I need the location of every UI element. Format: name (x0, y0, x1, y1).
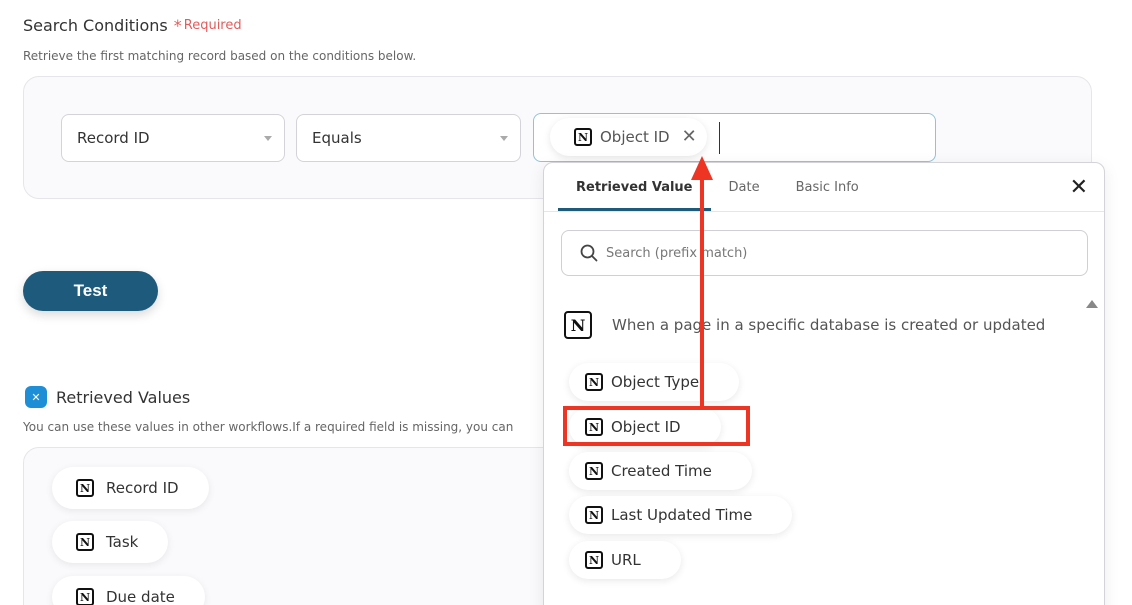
tab-retrieved-value[interactable]: Retrieved Value (558, 163, 711, 211)
notion-icon: N (574, 128, 592, 146)
tab-divider (544, 211, 1104, 212)
required-label: Required (183, 18, 242, 33)
value-picker-panel: Retrieved Value Date Basic Info ✕ N When… (543, 162, 1105, 605)
retrieved-values-icon: ✕ (25, 386, 47, 408)
operator-select[interactable]: Equals (296, 114, 521, 162)
notion-icon: N (585, 462, 603, 480)
retrieved-value-item[interactable]: N Due date (52, 576, 205, 605)
field-select[interactable]: Record ID (61, 114, 285, 162)
remove-chip-icon[interactable]: ✕ (682, 128, 697, 146)
notion-icon: N (585, 551, 603, 569)
option-object-type[interactable]: N Object Type (569, 363, 740, 401)
picker-tabs: Retrieved Value Date Basic Info (558, 163, 877, 211)
trigger-group-header: N When a page in a specific database is … (564, 311, 1045, 339)
text-cursor (719, 122, 720, 154)
notion-icon: N (585, 506, 603, 524)
search-icon (580, 244, 598, 262)
notion-icon: N (585, 373, 603, 391)
option-created-time[interactable]: N Created Time (569, 452, 752, 490)
annotation-arrow-head (691, 156, 713, 180)
retrieved-value-item[interactable]: N Record ID (52, 467, 209, 509)
annotation-arrow (700, 178, 704, 406)
required-mark: * (173, 16, 182, 35)
option-url[interactable]: N URL (569, 541, 681, 579)
tab-date[interactable]: Date (711, 163, 778, 211)
test-button[interactable]: Test (23, 271, 158, 311)
notion-icon: N (76, 533, 94, 551)
notion-icon: N (76, 588, 94, 605)
notion-icon: N (564, 311, 592, 339)
retrieved-values-title: ✕ Retrieved Values (25, 386, 190, 408)
retrieved-values-description: You can use these values in other workfl… (23, 420, 514, 434)
highlight-box (563, 406, 750, 446)
tab-basic-info[interactable]: Basic Info (778, 163, 877, 211)
chevron-down-icon (500, 136, 508, 141)
search-conditions-title: Search Conditions * Required (23, 16, 242, 35)
notion-icon: N (76, 479, 94, 497)
close-icon[interactable]: ✕ (1070, 177, 1088, 199)
value-chip: N Object ID ✕ (550, 118, 707, 156)
retrieved-value-item[interactable]: N Task (52, 521, 169, 563)
condition-value-input[interactable]: N Object ID ✕ (533, 113, 936, 162)
option-last-updated-time[interactable]: N Last Updated Time (569, 496, 793, 534)
search-conditions-description: Retrieve the first matching record based… (23, 49, 417, 63)
scroll-up-icon[interactable] (1086, 300, 1098, 308)
picker-search (561, 230, 1088, 276)
search-input[interactable] (606, 245, 1046, 261)
chevron-down-icon (264, 136, 272, 141)
